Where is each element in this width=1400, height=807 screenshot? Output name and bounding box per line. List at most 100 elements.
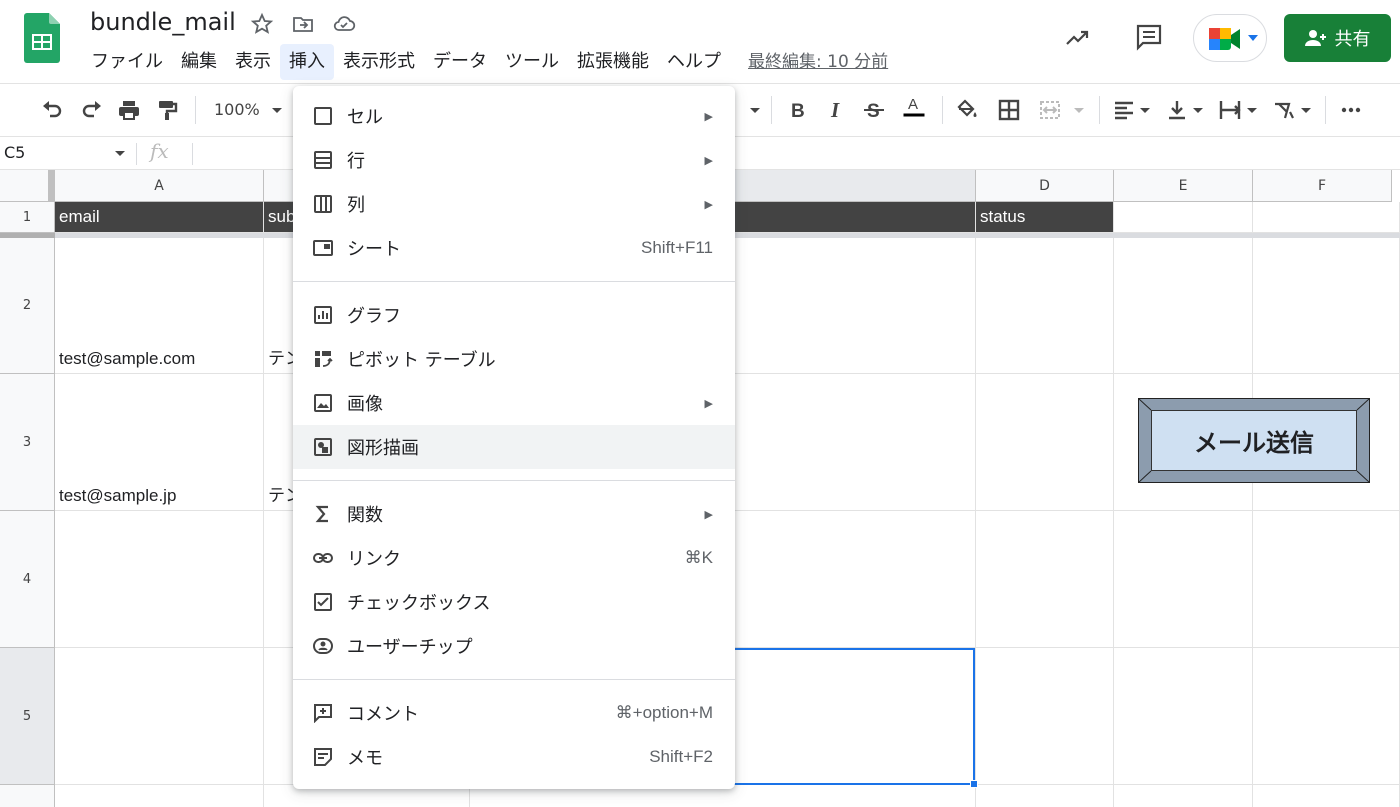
cell-e1[interactable] xyxy=(1114,202,1253,233)
menu-divider xyxy=(293,679,735,680)
cell-a5[interactable] xyxy=(55,648,264,785)
column-header-f[interactable]: F xyxy=(1253,170,1392,202)
cell-e2[interactable] xyxy=(1114,238,1253,374)
fill-handle[interactable] xyxy=(970,780,978,788)
menu-item-pivot-table[interactable]: ピボット テーブル xyxy=(293,337,735,381)
merge-cells-icon[interactable] xyxy=(1038,98,1062,122)
column-header-d[interactable]: D xyxy=(976,170,1114,202)
cell-f5[interactable] xyxy=(1253,648,1400,785)
cell-d1[interactable]: status xyxy=(976,202,1114,233)
menu-format[interactable]: 表示形式 xyxy=(334,44,424,80)
cell-a4[interactable] xyxy=(55,511,264,648)
cell-a1[interactable]: email xyxy=(55,202,264,233)
trending-icon[interactable] xyxy=(1064,24,1092,56)
frozen-row-handle[interactable] xyxy=(0,233,55,238)
menu-item-chart[interactable]: グラフ xyxy=(293,293,735,337)
menu-item-note[interactable]: メモ Shift+F2 xyxy=(293,735,735,779)
menu-item-column[interactable]: 列 ▶ xyxy=(293,182,735,226)
meet-dropdown-icon xyxy=(1248,35,1258,41)
text-color-icon[interactable]: A xyxy=(898,94,930,118)
menu-item-sheet[interactable]: シート Shift+F11 xyxy=(293,226,735,270)
cell-a2[interactable]: test@sample.com xyxy=(55,238,264,374)
cell-f6[interactable] xyxy=(1253,785,1400,807)
fill-color-icon[interactable] xyxy=(955,98,979,122)
menu-item-cell[interactable]: セル ▶ xyxy=(293,94,735,138)
star-icon[interactable] xyxy=(250,12,274,36)
menu-item-comment[interactable]: コメント ⌘+option+M xyxy=(293,691,735,735)
menu-item-link[interactable]: リンク ⌘K xyxy=(293,536,735,580)
cell-d6[interactable] xyxy=(976,785,1114,807)
font-size-dropdown-icon[interactable] xyxy=(748,98,762,122)
cloud-saved-icon[interactable] xyxy=(332,12,356,36)
row-header-2[interactable]: 2 xyxy=(0,237,55,374)
redo-icon[interactable] xyxy=(80,98,104,122)
menu-item-drawing[interactable]: 図形描画 xyxy=(293,425,735,469)
menu-item-shortcut: Shift+F11 xyxy=(641,238,713,257)
menu-view[interactable]: 表示 xyxy=(226,44,280,80)
cell-e4[interactable] xyxy=(1114,511,1253,648)
menu-item-image[interactable]: 画像 ▶ xyxy=(293,381,735,425)
menu-item-row[interactable]: 行 ▶ xyxy=(293,138,735,182)
row-header-3[interactable]: 3 xyxy=(0,374,55,511)
frozen-column-handle[interactable] xyxy=(48,170,54,202)
document-title[interactable]: bundle_mail xyxy=(90,8,236,36)
wrap-dropdown-icon[interactable] xyxy=(1245,98,1259,122)
strikethrough-icon[interactable]: S xyxy=(862,98,886,122)
italic-icon[interactable]: I xyxy=(824,98,848,122)
text-wrap-icon[interactable] xyxy=(1218,98,1242,122)
select-all-corner[interactable] xyxy=(0,170,55,202)
comment-history-icon[interactable] xyxy=(1134,22,1164,56)
undo-icon[interactable] xyxy=(40,98,64,122)
column-header-a[interactable]: A xyxy=(55,170,264,202)
menu-tools[interactable]: ツール xyxy=(496,44,568,80)
merge-dropdown-icon[interactable] xyxy=(1072,98,1086,122)
name-box[interactable]: C5 xyxy=(4,143,25,162)
menu-item-checkbox[interactable]: チェックボックス xyxy=(293,580,735,624)
more-options-icon[interactable] xyxy=(1339,98,1363,122)
print-icon[interactable] xyxy=(117,98,141,122)
paint-format-icon[interactable] xyxy=(155,98,179,122)
meet-button[interactable] xyxy=(1193,14,1267,62)
row-header-5[interactable]: 5 xyxy=(0,648,55,785)
align-dropdown-icon[interactable] xyxy=(1138,98,1152,122)
send-mail-drawing-button[interactable]: メール送信 xyxy=(1138,398,1370,483)
menu-item-function[interactable]: 関数 ▶ xyxy=(293,492,735,536)
row-header-4[interactable]: 4 xyxy=(0,511,55,648)
menu-file[interactable]: ファイル xyxy=(82,44,172,80)
menu-help[interactable]: ヘルプ xyxy=(658,44,730,80)
zoom-dropdown-icon[interactable] xyxy=(270,98,284,122)
menu-insert[interactable]: 挿入 xyxy=(280,44,334,80)
align-left-icon[interactable] xyxy=(1112,98,1136,122)
menu-extensions[interactable]: 拡張機能 xyxy=(568,44,658,80)
cell-f4[interactable] xyxy=(1253,511,1400,648)
valign-dropdown-icon[interactable] xyxy=(1191,98,1205,122)
vertical-align-icon[interactable] xyxy=(1165,98,1189,122)
zoom-select[interactable]: 100% xyxy=(214,98,260,122)
cell-a3[interactable]: test@sample.jp xyxy=(55,374,264,511)
cell-f2[interactable] xyxy=(1253,238,1400,374)
borders-icon[interactable] xyxy=(997,98,1021,122)
row-header-6[interactable] xyxy=(0,785,55,807)
sheets-logo-icon[interactable] xyxy=(24,13,60,63)
cell-d5[interactable] xyxy=(976,648,1114,785)
name-box-dropdown-icon[interactable] xyxy=(113,147,127,161)
row-header-1[interactable]: 1 xyxy=(0,202,55,233)
share-button[interactable]: 共有 xyxy=(1284,14,1391,62)
cell-e5[interactable] xyxy=(1114,648,1253,785)
rotation-dropdown-icon[interactable] xyxy=(1299,98,1313,122)
comment-icon xyxy=(314,704,332,723)
menu-item-people-chip[interactable]: ユーザーチップ xyxy=(293,624,735,668)
column-header-e[interactable]: E xyxy=(1114,170,1253,202)
cell-a6[interactable] xyxy=(55,785,264,807)
cell-d3[interactable] xyxy=(976,374,1114,511)
bold-icon[interactable]: B xyxy=(786,98,810,122)
move-folder-icon[interactable] xyxy=(291,12,315,36)
menu-data[interactable]: データ xyxy=(424,44,496,80)
cell-e6[interactable] xyxy=(1114,785,1253,807)
text-rotation-icon[interactable] xyxy=(1272,98,1296,122)
menu-edit[interactable]: 編集 xyxy=(172,44,226,80)
cell-f1[interactable] xyxy=(1253,202,1400,233)
cell-d2[interactable] xyxy=(976,238,1114,374)
last-edit-link[interactable]: 最終編集: 10 分前 xyxy=(748,48,888,76)
cell-d4[interactable] xyxy=(976,511,1114,648)
